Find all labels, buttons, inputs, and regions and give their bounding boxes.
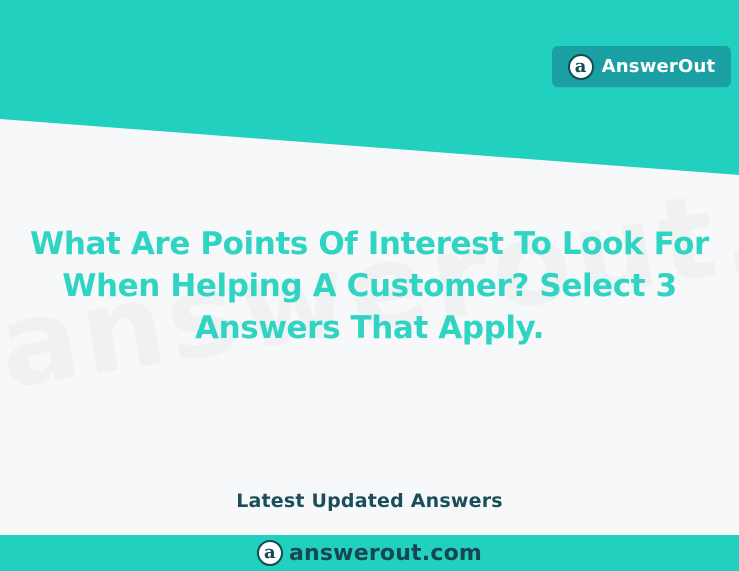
header-band (0, 0, 739, 175)
answer-card: a AnswerOut answerout.com What Are Point… (0, 0, 739, 571)
answerout-logo-icon: a (256, 540, 283, 566)
brand-name: AnswerOut (601, 56, 716, 77)
footer-bar: a answerout.com (0, 535, 739, 571)
question-title: What Are Points Of Interest To Look For … (30, 226, 709, 346)
latest-updated-answers-label: Latest Updated Answers (236, 490, 503, 512)
brand-badge: a AnswerOut (552, 46, 731, 87)
footer-url: answerout.com (288, 540, 483, 566)
answerout-logo-icon: a (567, 53, 594, 80)
